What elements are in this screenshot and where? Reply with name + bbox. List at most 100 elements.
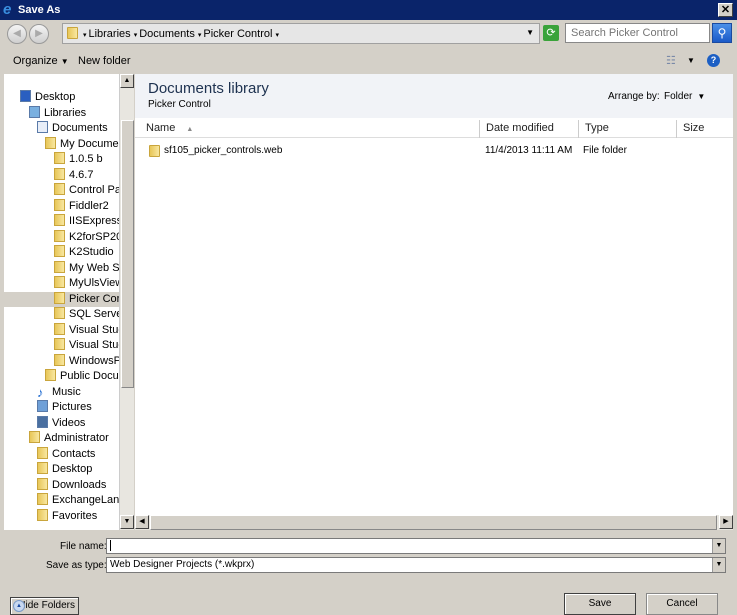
file-name-input[interactable]: ▼	[106, 538, 726, 554]
tree-item[interactable]: 1.0.5 b	[4, 152, 119, 167]
address-bar[interactable]: ▾ Libraries ▾ Documents ▾ Picker Control…	[62, 23, 540, 44]
tree-item[interactable]: Favorites	[4, 508, 119, 524]
tree-item[interactable]: Contacts	[4, 446, 119, 462]
desktop-icon	[20, 90, 31, 102]
file-row[interactable]: sf105_picker_controls.web 11/4/2013 11:1…	[135, 144, 733, 160]
scroll-up-button[interactable]: ▲	[120, 74, 134, 88]
close-button[interactable]: ✕	[718, 3, 733, 17]
chevron-up-icon: ▲	[13, 600, 25, 612]
view-options-icon[interactable]: ☷	[666, 54, 676, 67]
desktop-folder-icon	[37, 462, 48, 474]
search-input[interactable]	[565, 23, 710, 43]
horizontal-scroll-thumb[interactable]	[150, 515, 717, 530]
folder-icon	[45, 136, 56, 149]
address-history-dropdown[interactable]: ▼	[526, 28, 534, 37]
tree-item-label: Libraries	[44, 106, 87, 119]
tree-item[interactable]: Public Documents	[4, 369, 119, 384]
organize-button[interactable]: Organize ▼	[13, 55, 69, 67]
ie-logo-icon: e	[3, 1, 12, 18]
folder-icon	[54, 198, 65, 211]
folder-icon	[149, 145, 160, 157]
tree-item[interactable]: Fiddler2	[4, 198, 119, 214]
tree-item[interactable]: Desktop	[4, 90, 119, 105]
tree-item[interactable]: Control Pack	[4, 183, 119, 198]
folder-icon	[54, 276, 65, 288]
breadcrumb-libraries[interactable]: Libraries	[88, 28, 130, 40]
tree-item[interactable]: My Web Sites	[4, 260, 119, 276]
tree-item[interactable]: Documents	[4, 121, 119, 136]
tree-item[interactable]: K2Studio	[4, 245, 119, 260]
column-name[interactable]: Name ▲	[140, 120, 480, 138]
scroll-right-button[interactable]: ▶	[719, 515, 733, 529]
tree-item[interactable]: Visual Studio	[4, 322, 119, 338]
tree-scrollbar[interactable]: ▲ ▼	[119, 74, 134, 530]
tree-item[interactable]: Libraries	[4, 105, 119, 121]
folder-icon	[54, 322, 65, 335]
arrange-by-dropdown[interactable]: Folder ▼	[664, 91, 705, 102]
breadcrumb-documents[interactable]: Documents	[139, 28, 195, 40]
back-button[interactable]: ◀	[7, 24, 27, 44]
save-as-type-select[interactable]: Web Designer Projects (*.wkprx) ▼	[106, 557, 726, 573]
column-type[interactable]: Type	[579, 120, 677, 138]
hide-folders-button[interactable]: ▲ Hide Folders	[10, 597, 79, 615]
tree-item[interactable]: Videos	[4, 415, 119, 431]
save-as-type-dropdown[interactable]: ▼	[712, 558, 725, 572]
tree-item[interactable]: Downloads	[4, 477, 119, 493]
refresh-icon[interactable]: ⟳	[543, 25, 559, 41]
contacts-icon	[37, 446, 48, 459]
folder-icon	[54, 338, 65, 350]
tree-scroll-thumb[interactable]	[121, 120, 134, 388]
tree-item-label: Contacts	[52, 447, 96, 460]
folder-icon	[45, 369, 56, 381]
libraries-icon	[29, 105, 40, 118]
file-date: 11/4/2013 11:11 AM	[485, 145, 573, 156]
tree-item[interactable]: IISExpress	[4, 214, 119, 229]
tree-item-label: Visual Studio	[69, 339, 119, 351]
column-size[interactable]: Size	[677, 120, 733, 138]
new-folder-button[interactable]: New folder	[78, 55, 131, 67]
folder-icon	[54, 152, 65, 164]
tree-item-label: Desktop	[35, 91, 76, 103]
downloads-icon	[37, 477, 48, 490]
tree-item[interactable]: 4.6.7	[4, 167, 119, 183]
folder-icon	[54, 245, 65, 257]
folder-icon	[54, 353, 65, 366]
folder-icon	[37, 493, 48, 505]
tree-item[interactable]: Visual Studio	[4, 338, 119, 353]
tree-item-label: Administrator	[44, 432, 109, 444]
tree-item-label: K2Studio	[69, 246, 114, 258]
scroll-down-button[interactable]: ▼	[120, 515, 134, 529]
tree-item[interactable]: My Documents	[4, 136, 119, 152]
tree-item[interactable]: Pictures	[4, 400, 119, 415]
organize-label: Organize	[13, 55, 58, 67]
tree-item-label: Desktop	[52, 463, 93, 475]
search-icon[interactable]: ⚲	[712, 23, 732, 43]
tree-item[interactable]: Picker Control	[4, 291, 119, 307]
tree-item[interactable]: Administrator	[4, 431, 119, 446]
save-button[interactable]: Save	[564, 593, 636, 615]
view-dropdown-icon[interactable]: ▼	[687, 56, 695, 65]
tree-item-label: My Documents	[60, 137, 119, 150]
tree-item[interactable]: Desktop	[4, 462, 119, 477]
tree-item[interactable]: ♪ Music	[4, 385, 119, 400]
horizontal-scrollbar[interactable]: ◀ ▶	[135, 515, 733, 530]
help-icon[interactable]: ?	[707, 54, 720, 67]
tree-item[interactable]: MyUlsViewer	[4, 276, 119, 291]
tree-item[interactable]: WindowsPowerShell	[4, 353, 119, 369]
forward-button[interactable]: ▶	[29, 24, 49, 44]
tree-item[interactable]: ExchangeLanguage	[4, 493, 119, 508]
tree-item-label: 1.0.5 b	[69, 153, 103, 165]
tree-item[interactable]: SQL Server Management Studio	[4, 307, 119, 322]
tree-item-label: 4.6.7	[69, 168, 94, 181]
scroll-left-button[interactable]: ◀	[135, 515, 149, 529]
library-title: Documents library	[148, 80, 269, 97]
breadcrumb-picker-control[interactable]: Picker Control	[203, 28, 272, 40]
folder-icon	[54, 214, 65, 226]
file-name-dropdown[interactable]: ▼	[712, 539, 725, 553]
folder-icon	[54, 291, 65, 304]
cancel-button[interactable]: Cancel	[646, 593, 718, 615]
tree-item[interactable]: K2forSP2013	[4, 229, 119, 245]
tree-item-label: Music	[52, 385, 81, 398]
column-date-modified[interactable]: Date modified	[480, 120, 579, 138]
title-bar: e Save As ✕	[0, 0, 737, 20]
